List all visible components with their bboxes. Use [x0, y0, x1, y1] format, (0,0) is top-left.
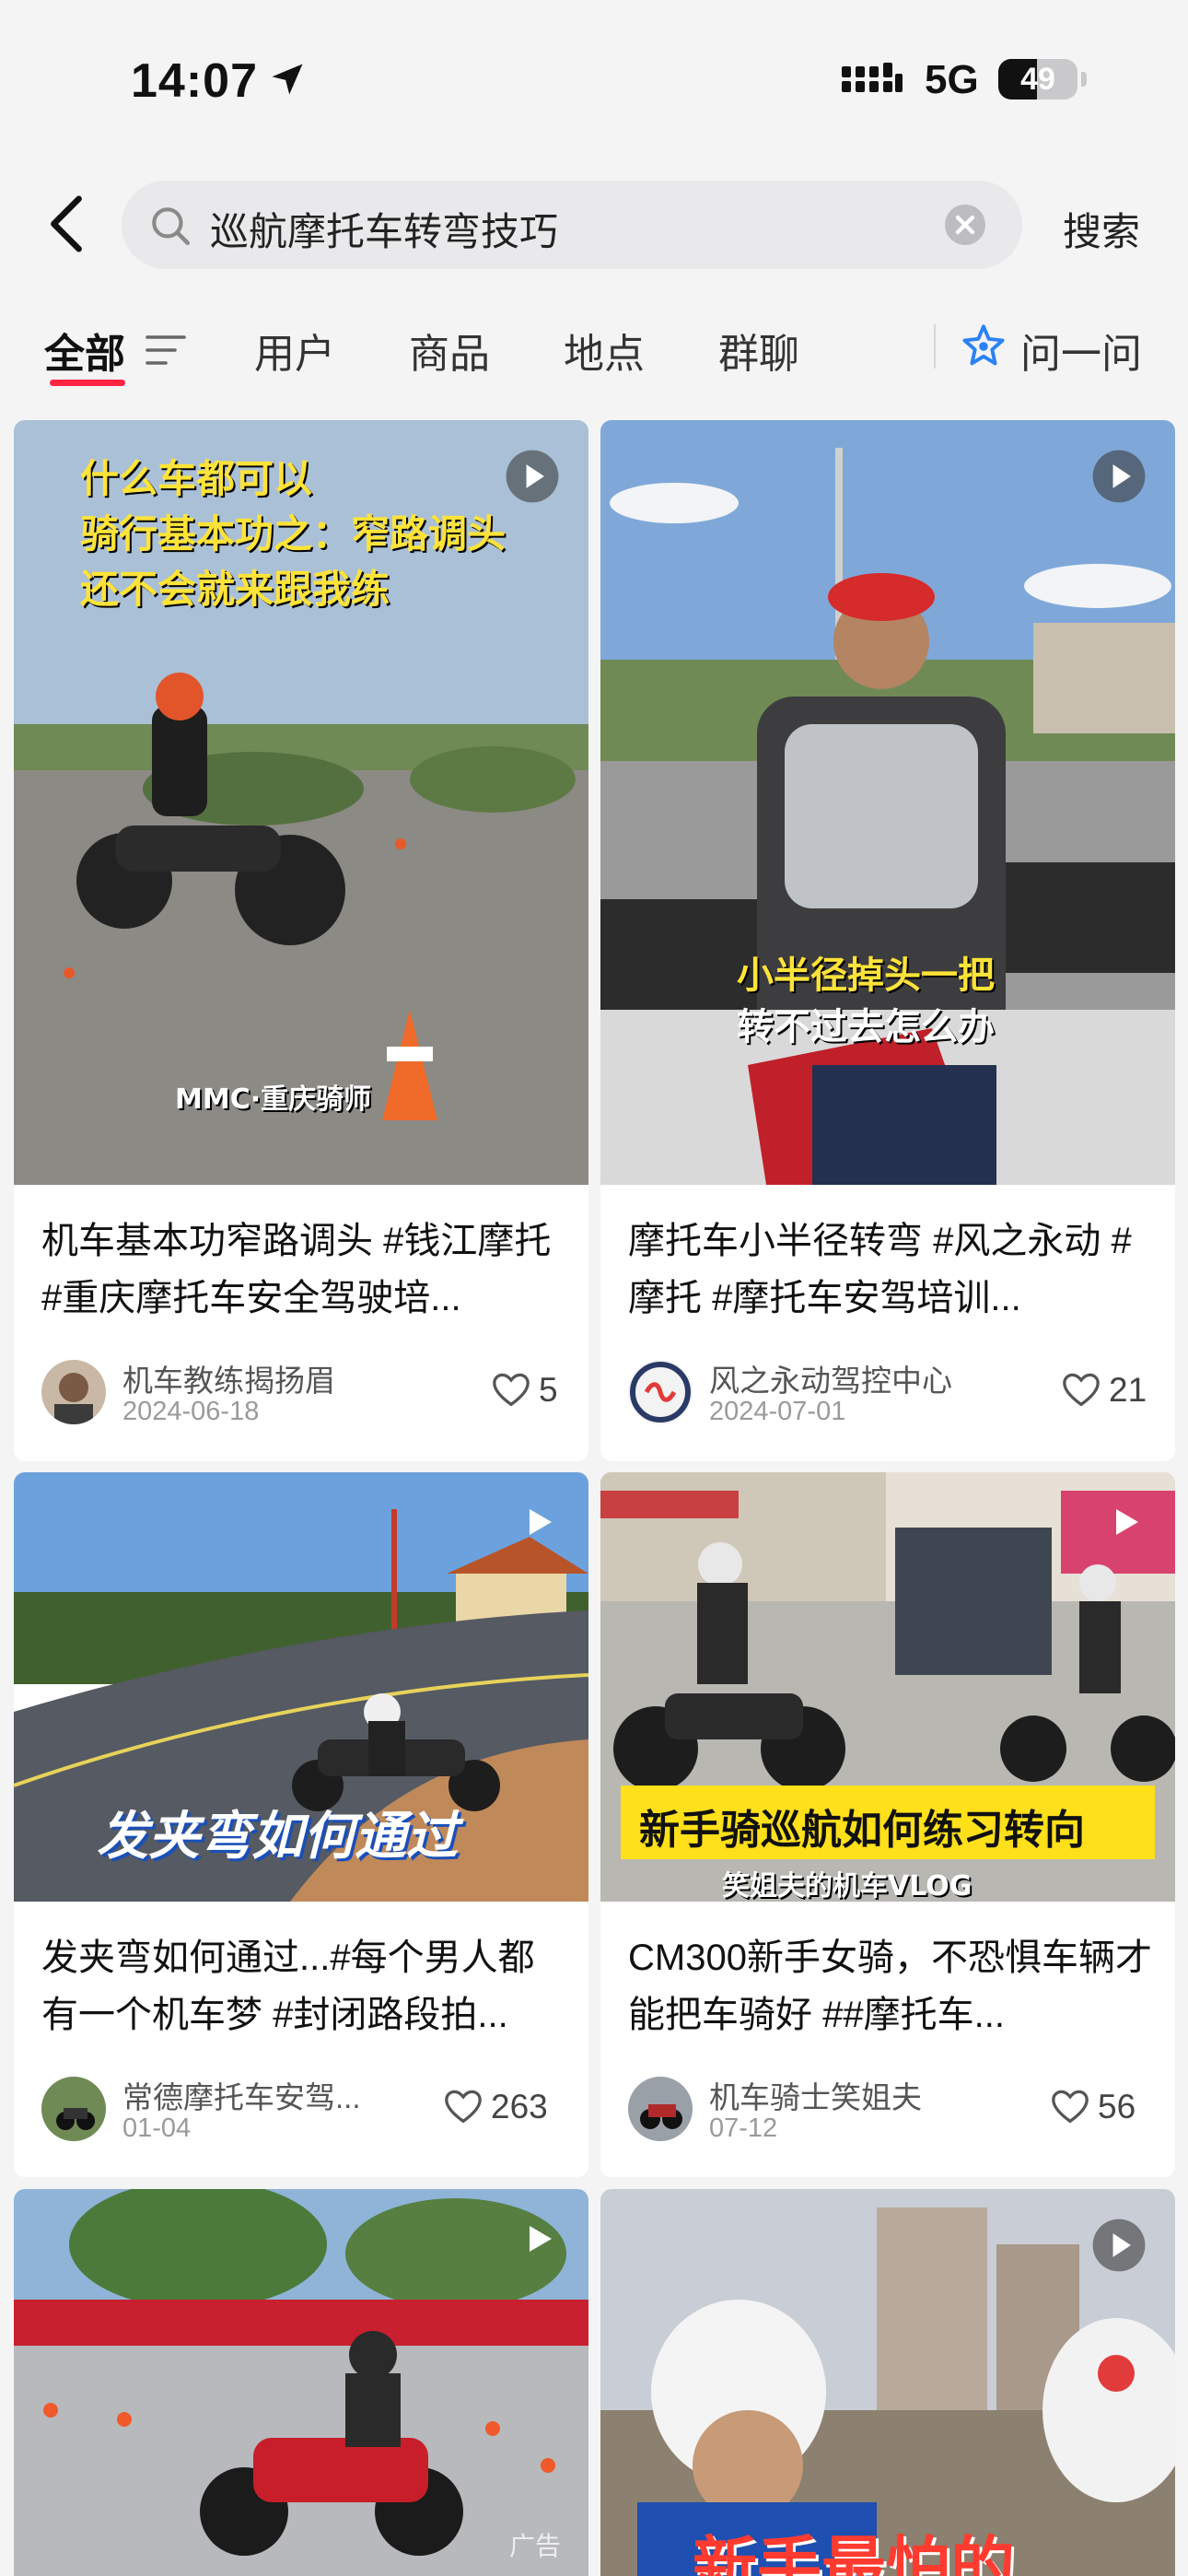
heart-icon[interactable] [1061, 1371, 1101, 1408]
thumbnail-caption-line: 新手最怕的 [693, 2529, 1015, 2576]
status-time: 14:07 [131, 54, 258, 108]
thumbnail-caption-line: 还不会就来跟我练 [80, 567, 390, 612]
tab-all[interactable]: 全部 [44, 321, 125, 380]
post-date: 2024-07-01 [709, 1397, 846, 1426]
author-name[interactable]: 风之永动驾控中心 [709, 1356, 952, 1400]
clear-search-icon[interactable] [943, 203, 987, 247]
avatar[interactable] [41, 1360, 106, 1424]
note-card[interactable]: 新手骑巡航如何练习转向 笑姐夫的机车VLOG CM300新手女骑，不恐惧车辆才能… [600, 1472, 1175, 2177]
note-title: 摩托车小半径转弯 #风之永动 #摩托 #摩托车安驾培训... [628, 1221, 1132, 1318]
video-thumbnail[interactable]: 发夹弯如何通过 [14, 1472, 588, 1902]
note-title: 机车基本功窄路调头 #钱江摩托 #重庆摩托车安全驾驶培... [41, 1221, 552, 1318]
video-thumbnail[interactable]: 新手最怕的 [600, 2189, 1175, 2576]
filter-icon[interactable] [146, 332, 186, 369]
post-date: 01-04 [122, 2113, 192, 2143]
thumbnail-caption-line: 骑行基本功之：窄路调头 [80, 511, 507, 556]
author-name[interactable]: 常德摩托车安驾... [122, 2073, 361, 2117]
play-icon [530, 2226, 552, 2252]
play-icon [1092, 2219, 1146, 2272]
heart-icon[interactable] [443, 2088, 483, 2125]
note-card[interactable]: 小半径掉头一把 转不过去怎么办 摩托车小半径转弯 #风之永动 #摩托 #摩托车安… [600, 420, 1175, 1461]
heart-icon[interactable] [1050, 2088, 1090, 2125]
tab-divider [934, 324, 936, 369]
thumbnail-watermark: MMC·重庆骑师 [175, 1083, 372, 1116]
avatar[interactable] [41, 2077, 106, 2141]
note-card[interactable]: 广告 [14, 2189, 588, 2576]
video-thumbnail[interactable]: 什么车都可以 骑行基本功之：窄路调头 还不会就来跟我练 MMC·重庆骑师 [14, 420, 588, 1185]
author-name[interactable]: 机车教练揭扬眉 [122, 1356, 335, 1400]
back-chevron-icon[interactable] [46, 193, 87, 254]
search-button[interactable]: 搜索 [1063, 201, 1140, 257]
ask-button[interactable]: 问一问 [1020, 321, 1142, 380]
like-count: 21 [1109, 1371, 1147, 1409]
tab-users[interactable]: 用户 [254, 321, 335, 380]
search-bar[interactable]: 巡航摩托车转弯技巧 [122, 181, 1022, 269]
tab-places[interactable]: 地点 [564, 321, 645, 380]
signal-icon [842, 63, 903, 92]
thumbnail-image [14, 2189, 588, 2576]
post-date: 2024-06-18 [122, 1397, 260, 1426]
post-date: 07-12 [709, 2113, 778, 2143]
note-card[interactable]: 发夹弯如何通过 发夹弯如何通过...#每个男人都有一个机车梦 #封闭路段拍...… [14, 1472, 588, 2177]
network-type: 5G [925, 57, 979, 102]
like-count: 263 [491, 2088, 548, 2125]
battery-indicator: 49 [998, 59, 1077, 100]
ad-badge: 广告 [508, 2532, 561, 2560]
thumbnail-caption-line: 发夹弯如何通过 [97, 1807, 458, 1867]
battery-tip [1081, 72, 1087, 87]
note-card[interactable]: 新手最怕的 [600, 2189, 1175, 2576]
play-icon [1116, 1509, 1138, 1535]
thumbnail-caption-line: 笑姐夫的机车VLOG [722, 1870, 973, 1902]
thumbnail-caption-line: 小半径掉头一把 [737, 954, 995, 997]
like-count: 5 [539, 1371, 558, 1409]
search-input[interactable]: 巡航摩托车转弯技巧 [210, 201, 558, 257]
note-title: CM300新手女骑，不恐惧车辆才能把车骑好 ##摩托车... [628, 1938, 1152, 2035]
play-icon [530, 1509, 552, 1535]
status-bar: 14:07 5G 49 [0, 0, 1188, 157]
play-icon [506, 450, 559, 503]
search-icon [152, 207, 191, 246]
note-card[interactable]: 什么车都可以 骑行基本功之：窄路调头 还不会就来跟我练 MMC·重庆骑师 机车基… [14, 420, 588, 1461]
thumbnail-image [600, 420, 1175, 1185]
video-thumbnail[interactable]: 广告 [14, 2189, 588, 2576]
tab-products[interactable]: 商品 [409, 321, 490, 380]
filter-tabs: 全部 用户 商品 地点 群聊 问一问 [0, 304, 1188, 396]
heart-icon[interactable] [491, 1371, 531, 1408]
avatar[interactable] [628, 1360, 693, 1424]
video-thumbnail[interactable]: 新手骑巡航如何练习转向 笑姐夫的机车VLOG [600, 1472, 1175, 1902]
thumbnail-caption-line: 转不过去怎么办 [737, 1006, 995, 1048]
thumbnail-caption-line: 什么车都可以 [80, 456, 313, 501]
ask-ai-icon[interactable] [960, 322, 1007, 370]
note-title: 发夹弯如何通过...#每个男人都有一个机车梦 #封闭路段拍... [41, 1938, 535, 2035]
play-icon [1092, 450, 1146, 503]
location-arrow-icon [272, 64, 303, 95]
avatar[interactable] [628, 2077, 693, 2141]
like-count: 56 [1098, 2088, 1136, 2125]
active-tab-indicator [50, 380, 125, 386]
battery-percent: 49 [1020, 62, 1055, 97]
video-thumbnail[interactable]: 小半径掉头一把 转不过去怎么办 [600, 420, 1175, 1185]
thumbnail-caption-line: 新手骑巡航如何练习转向 [639, 1807, 1085, 1854]
author-name[interactable]: 机车骑士笑姐夫 [709, 2073, 922, 2117]
tab-group-chats[interactable]: 群聊 [718, 321, 799, 380]
